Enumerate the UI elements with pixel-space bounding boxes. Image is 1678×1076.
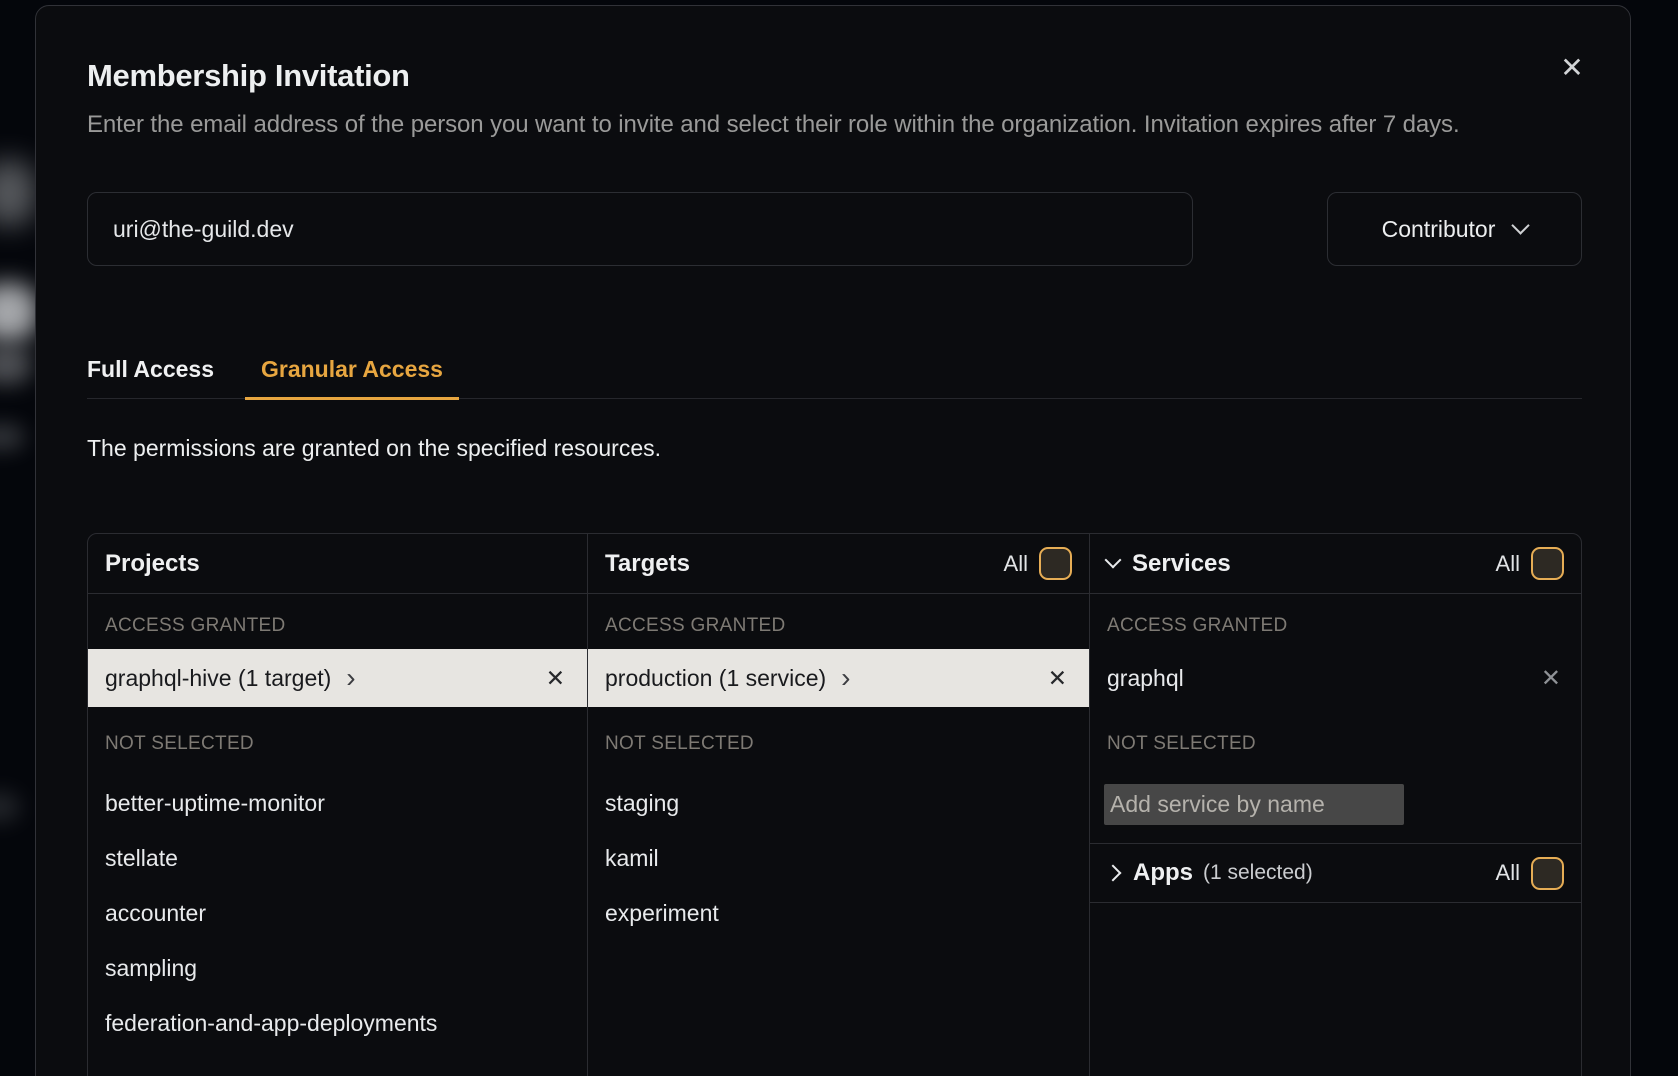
email-input[interactable] [87, 192, 1193, 266]
services-all-label: All [1496, 551, 1520, 577]
chevron-right-icon: › [841, 668, 850, 688]
tab-full-access[interactable]: Full Access [87, 356, 214, 398]
targets-not-selected-list: staging kamil experiment [588, 768, 1089, 941]
list-item-project[interactable]: stellate [105, 831, 570, 886]
services-header[interactable]: Services All [1090, 534, 1581, 594]
background-blur-artifact [0, 283, 38, 341]
background-blur-artifact [0, 346, 32, 384]
not-selected-label: NOT SELECTED [88, 707, 587, 768]
add-service-input[interactable] [1104, 784, 1404, 825]
list-item-target[interactable]: staging [605, 776, 1072, 831]
services-all-wrap: All [1496, 547, 1564, 580]
list-item-project[interactable]: accounter [105, 886, 570, 941]
targets-all-checkbox[interactable] [1039, 547, 1072, 580]
remove-icon: ✕ [1541, 665, 1561, 692]
remove-icon: ✕ [1048, 665, 1067, 691]
chevron-right-icon [1105, 865, 1122, 882]
background-blur-artifact [0, 160, 36, 226]
apps-label: Apps [1133, 859, 1193, 887]
targets-header-label: Targets [605, 550, 690, 578]
dialog-title: Membership Invitation [87, 58, 1582, 94]
not-selected-label: NOT SELECTED [588, 707, 1089, 768]
background-blur-artifact [0, 792, 20, 822]
services-column: Services All ACCESS GRANTED graphql ✕ NO… [1089, 534, 1581, 1076]
target-row-label: production (1 service) [605, 665, 826, 692]
apps-all-wrap: All [1496, 857, 1564, 890]
target-row-production[interactable]: production (1 service) › ✕ [588, 649, 1089, 707]
apps-all-label: All [1496, 860, 1520, 886]
list-item-project[interactable]: better-uptime-monitor [105, 776, 570, 831]
close-icon: ✕ [1560, 52, 1583, 83]
list-item-project[interactable]: sampling [105, 941, 570, 996]
access-granted-label: ACCESS GRANTED [88, 594, 587, 649]
invite-input-row: Contributor [87, 192, 1582, 266]
apps-all-checkbox[interactable] [1531, 857, 1564, 890]
projects-not-selected-list: better-uptime-monitor stellate accounter… [88, 768, 587, 1051]
targets-all-wrap: All [1004, 547, 1072, 580]
role-selected-value: Contributor [1382, 216, 1496, 243]
list-item-target[interactable]: kamil [605, 831, 1072, 886]
projects-header-label: Projects [105, 550, 200, 578]
targets-header: Targets All [588, 534, 1089, 594]
access-granted-label: ACCESS GRANTED [588, 594, 1089, 649]
services-header-label: Services [1132, 550, 1231, 578]
apps-selected-count: (1 selected) [1203, 861, 1313, 885]
targets-column: Targets All ACCESS GRANTED production (1… [587, 534, 1089, 1076]
chevron-right-icon: › [346, 668, 355, 688]
projects-header: Projects [88, 534, 587, 594]
project-row-label: graphql-hive (1 target) [105, 665, 331, 692]
not-selected-label: NOT SELECTED [1090, 707, 1581, 768]
permissions-note: The permissions are granted on the speci… [87, 435, 1582, 462]
remove-service-button[interactable]: ✕ [1541, 664, 1561, 693]
access-granted-label: ACCESS GRANTED [1090, 594, 1581, 649]
service-row-label: graphql [1107, 665, 1184, 692]
projects-column: Projects ACCESS GRANTED graphql-hive (1 … [88, 534, 587, 1076]
targets-all-label: All [1004, 551, 1028, 577]
dialog-description: Enter the email address of the person yo… [87, 107, 1582, 142]
close-button[interactable]: ✕ [1552, 48, 1592, 88]
remove-icon: ✕ [546, 665, 565, 691]
tab-granular-access[interactable]: Granular Access [245, 356, 459, 400]
role-select[interactable]: Contributor [1327, 192, 1582, 266]
apps-row[interactable]: Apps (1 selected) All [1090, 843, 1581, 903]
chevron-down-icon [1105, 552, 1122, 569]
chevron-down-icon [1512, 216, 1530, 234]
services-all-checkbox[interactable] [1531, 547, 1564, 580]
list-item-target[interactable]: experiment [605, 886, 1072, 941]
service-row-graphql[interactable]: graphql ✕ [1090, 649, 1581, 707]
background-blur-artifact [0, 424, 24, 450]
remove-project-button[interactable]: ✕ [546, 665, 565, 692]
page-background: ✕ Membership Invitation Enter the email … [0, 0, 1678, 1076]
list-item-project[interactable]: federation-and-app-deployments [105, 996, 570, 1051]
project-row-graphql-hive[interactable]: graphql-hive (1 target) › ✕ [88, 649, 587, 707]
access-tabs: Full Access Granular Access [87, 356, 1582, 399]
membership-invitation-dialog: ✕ Membership Invitation Enter the email … [35, 5, 1631, 1076]
remove-target-button[interactable]: ✕ [1048, 665, 1067, 692]
resources-table: Projects ACCESS GRANTED graphql-hive (1 … [87, 533, 1582, 1076]
